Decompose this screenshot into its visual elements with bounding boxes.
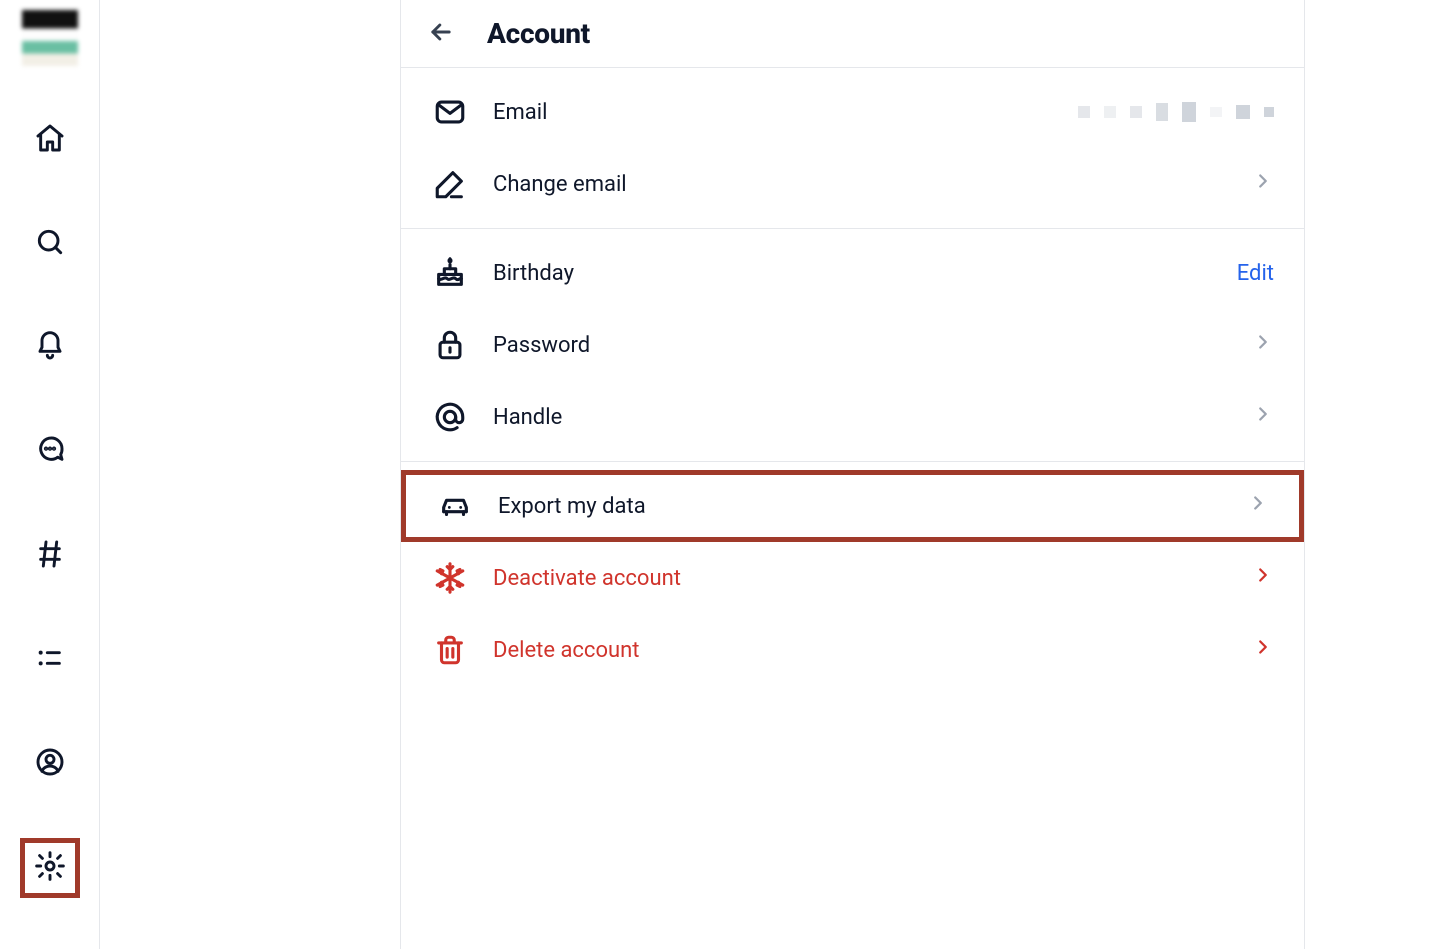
item-label: Change email (493, 172, 1228, 197)
car-icon (436, 489, 474, 523)
edit-link[interactable]: Edit (1237, 261, 1274, 286)
item-handle[interactable]: Handle (401, 381, 1304, 453)
nav-feeds[interactable] (20, 526, 80, 586)
item-change-email[interactable]: Change email (401, 148, 1304, 220)
arrow-left-icon (427, 18, 455, 50)
home-icon (34, 122, 66, 158)
gear-icon (34, 850, 66, 886)
sidebar (0, 0, 100, 949)
at-icon (431, 400, 469, 434)
lock-icon (431, 328, 469, 362)
chevron-right-icon (1252, 564, 1274, 592)
mail-icon (431, 95, 469, 129)
item-label: Delete account (493, 638, 1228, 663)
trash-icon (431, 633, 469, 667)
user-circle-icon (34, 746, 66, 782)
item-email[interactable]: Email (401, 76, 1304, 148)
layout-right-blank (1305, 0, 1440, 949)
item-delete-account[interactable]: Delete account (401, 614, 1304, 686)
item-label: Email (493, 100, 1054, 125)
section-danger: Export my data Deactivate account Delete… (401, 462, 1304, 694)
chevron-right-icon (1247, 492, 1269, 520)
nav-home[interactable] (20, 110, 80, 170)
chevron-right-icon (1252, 170, 1274, 198)
item-label: Birthday (493, 261, 1213, 286)
section-account: Birthday Edit Password Handle (401, 229, 1304, 462)
pencil-icon (431, 167, 469, 201)
item-label: Handle (493, 405, 1228, 430)
settings-panel: Account Email Change email Birthd (400, 0, 1305, 949)
list-icon (34, 642, 66, 678)
page-title: Account (487, 17, 590, 50)
avatar[interactable] (22, 10, 78, 66)
back-button[interactable] (423, 16, 459, 52)
item-export-data[interactable]: Export my data (401, 470, 1304, 542)
item-password[interactable]: Password (401, 309, 1304, 381)
snowflake-icon (431, 561, 469, 595)
email-value-obscured (1078, 102, 1274, 122)
panel-header: Account (401, 0, 1304, 68)
chevron-right-icon (1252, 403, 1274, 431)
nav-profile[interactable] (20, 734, 80, 794)
section-email: Email Change email (401, 68, 1304, 229)
nav-chat[interactable] (20, 422, 80, 482)
chevron-right-icon (1252, 331, 1274, 359)
nav-settings[interactable] (20, 838, 80, 898)
layout-spacer (100, 0, 400, 949)
item-deactivate-account[interactable]: Deactivate account (401, 542, 1304, 614)
nav-search[interactable] (20, 214, 80, 274)
hash-icon (34, 538, 66, 574)
chevron-right-icon (1252, 636, 1274, 664)
item-label: Password (493, 333, 1228, 358)
item-birthday[interactable]: Birthday Edit (401, 237, 1304, 309)
item-label: Export my data (498, 494, 1223, 519)
bell-icon (34, 330, 66, 366)
item-label: Deactivate account (493, 566, 1228, 591)
chat-icon (34, 434, 66, 470)
cake-icon (431, 256, 469, 290)
nav-notifications[interactable] (20, 318, 80, 378)
search-icon (34, 226, 66, 262)
nav-lists[interactable] (20, 630, 80, 690)
